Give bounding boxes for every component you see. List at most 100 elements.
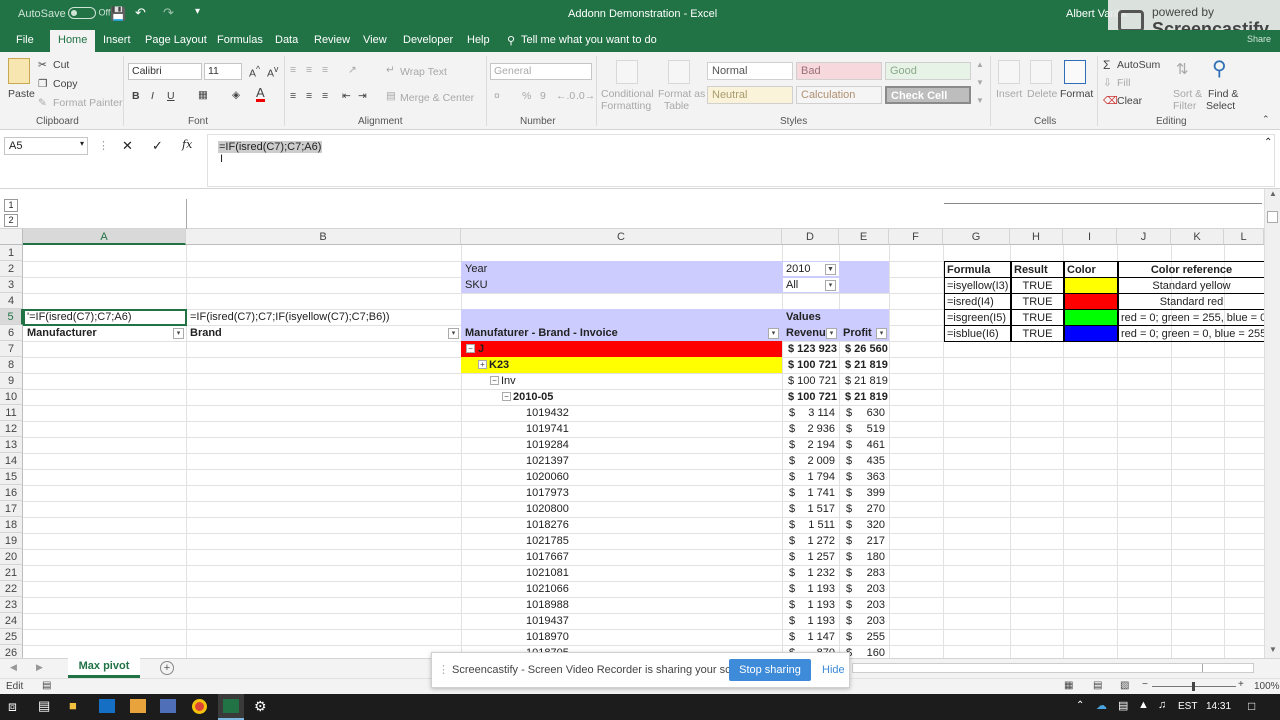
format-painter-button[interactable]: Format Painter — [53, 97, 122, 109]
invoice-id[interactable]: 1019432 — [524, 405, 571, 421]
invoice-id[interactable]: 1019437 — [524, 613, 571, 629]
row-header-20[interactable]: 20 — [0, 549, 23, 565]
page-break-view-icon[interactable]: ▧ — [1120, 680, 1129, 691]
tab-help[interactable]: Help — [467, 34, 490, 46]
ref-color-reference[interactable]: Standard red — [1118, 293, 1264, 310]
row-header-7[interactable]: 7 — [0, 341, 23, 357]
notifications-icon[interactable]: □ — [1248, 699, 1255, 713]
cell-a5[interactable]: '=IF(isred(C7);C7;A6) — [25, 309, 133, 325]
invoice-profit[interactable]: 399 — [852, 485, 887, 501]
tab-data[interactable]: Data — [275, 34, 298, 46]
sheet-tab-max-pivot[interactable]: Max pivot — [68, 658, 140, 678]
excel-taskbar-item[interactable] — [218, 694, 244, 720]
column-header-a[interactable]: A — [23, 229, 186, 245]
pivot-row-inv-label[interactable]: Inv — [499, 373, 518, 389]
next-sheet-icon[interactable]: ▶ — [36, 662, 43, 673]
normal-view-icon[interactable]: ▦ — [1064, 680, 1073, 691]
page-layout-view-icon[interactable]: ▤ — [1093, 680, 1102, 691]
invoice-profit[interactable]: 461 — [852, 437, 887, 453]
drag-handle-icon[interactable]: ⋮ — [438, 663, 449, 676]
invoice-id[interactable]: 1018276 — [524, 517, 571, 533]
align-bottom-icon[interactable]: ≡ — [322, 64, 328, 76]
fill-button[interactable]: Fill — [1117, 77, 1130, 89]
invoice-revenue[interactable]: 3 114 — [795, 405, 837, 421]
column-header-k[interactable]: K — [1171, 229, 1224, 245]
ref-color-swatch[interactable] — [1064, 309, 1118, 326]
invoice-profit[interactable]: 255 — [852, 629, 887, 645]
share-button[interactable]: Share — [1247, 34, 1271, 44]
file-explorer-icon[interactable]: ■ — [69, 698, 77, 713]
invoice-profit[interactable]: 320 — [852, 517, 887, 533]
wrap-text-button[interactable]: Wrap Text — [400, 66, 447, 78]
collapse-formula-icon[interactable]: ⌃ — [1264, 137, 1272, 148]
invoice-revenue[interactable]: 1 193 — [795, 581, 837, 597]
tray-expand-icon[interactable]: ⌃ — [1076, 700, 1084, 711]
invoice-id[interactable]: 1021397 — [524, 453, 571, 469]
column-header-c[interactable]: C — [461, 229, 782, 245]
cut-icon[interactable]: ✂ — [38, 59, 47, 71]
fill-icon[interactable]: ⇩ — [1103, 77, 1112, 89]
pivot-row-date-profit[interactable]: $ 21 819 — [843, 389, 890, 405]
delete-cells-button[interactable]: Delete — [1027, 88, 1057, 100]
invoice-revenue[interactable]: 1 272 — [795, 533, 837, 549]
scroll-down-icon[interactable]: ▼ — [1269, 645, 1277, 654]
macro-record-icon[interactable]: ▤ — [42, 680, 51, 691]
pivot-row-date-revenue[interactable]: $ 100 721 — [786, 389, 839, 405]
comma-button[interactable]: 9 — [540, 90, 546, 102]
invoice-profit[interactable]: 283 — [852, 565, 887, 581]
formula-input[interactable]: =IF(isred(C7);C7;A6) — [207, 134, 1275, 187]
row-header-3[interactable]: 3 — [0, 277, 23, 293]
underline-button[interactable]: U — [167, 90, 175, 102]
row-header-15[interactable]: 15 — [0, 469, 23, 485]
horizontal-scrollbar[interactable] — [852, 663, 1254, 673]
ref-result[interactable]: TRUE — [1011, 293, 1064, 310]
enter-formula-button[interactable]: ✓ — [152, 138, 163, 154]
pivot-row-j-label[interactable]: J — [476, 341, 486, 357]
styles-more-icon[interactable]: ▼ — [976, 96, 984, 105]
zoom-slider-thumb[interactable] — [1192, 682, 1195, 691]
prev-sheet-icon[interactable]: ◀ — [10, 662, 17, 673]
horizontal-scroll-thumb[interactable] — [853, 664, 1203, 672]
redo-icon[interactable]: ↷ — [163, 5, 174, 21]
row-header-21[interactable]: 21 — [0, 565, 23, 581]
row-header-18[interactable]: 18 — [0, 517, 23, 533]
row-header-8[interactable]: 8 — [0, 357, 23, 373]
style-check-cell[interactable]: Check Cell — [885, 86, 971, 104]
paste-icon[interactable] — [8, 58, 30, 84]
row-header-5[interactable]: 5 — [0, 309, 23, 325]
row-header-10[interactable]: 10 — [0, 389, 23, 405]
sort-filter-button[interactable]: Sort & — [1173, 88, 1202, 100]
tab-home[interactable]: Home — [50, 30, 96, 52]
row-header-1[interactable]: 1 — [0, 245, 23, 261]
cell-b6[interactable]: Brand — [188, 325, 224, 341]
tab-review[interactable]: Review — [314, 34, 350, 46]
pivot-row-k23-label[interactable]: K23 — [487, 357, 511, 373]
sort-filter-icon[interactable]: ⇅ — [1176, 60, 1189, 78]
tab-developer[interactable]: Developer — [403, 34, 453, 46]
autosave-toggle[interactable]: Off — [64, 7, 110, 19]
invoice-revenue[interactable]: 2 009 — [795, 453, 837, 469]
zoom-in-button[interactable]: + — [1238, 679, 1244, 690]
column-header-g[interactable]: G — [943, 229, 1010, 245]
shrink-font-icon[interactable]: Av — [267, 64, 278, 80]
pivot-row-j-revenue[interactable]: $ 123 923 — [786, 341, 839, 357]
brand-filter-icon[interactable]: ▾ — [448, 328, 459, 339]
find-select-icon[interactable]: ⚲ — [1212, 56, 1227, 81]
chrome-icon[interactable] — [192, 699, 207, 714]
number-format-dropdown[interactable]: General — [490, 63, 592, 80]
row-labels-filter-icon[interactable]: ▾ — [768, 328, 779, 339]
pivot-row-k23-revenue[interactable]: $ 100 721 — [786, 357, 839, 373]
decrease-indent-icon[interactable]: ⇤ — [342, 90, 351, 102]
ref-formula[interactable]: =isyellow(I3) — [944, 277, 1011, 294]
format-as-table-icon[interactable] — [668, 60, 690, 84]
invoice-id[interactable]: 1019741 — [524, 421, 571, 437]
cell-a6[interactable]: Manufacturer — [25, 325, 99, 341]
select-all-corner[interactable] — [0, 229, 23, 245]
merge-icon[interactable]: ▤ — [386, 90, 396, 102]
ref-result[interactable]: TRUE — [1011, 325, 1064, 342]
name-box[interactable]: A5 ▾ — [4, 137, 88, 155]
find-select-button[interactable]: Find & — [1208, 88, 1238, 100]
invoice-revenue[interactable]: 1 193 — [795, 597, 837, 613]
hide-button[interactable]: Hide — [822, 664, 845, 676]
undo-icon[interactable]: ↶ — [135, 5, 146, 21]
